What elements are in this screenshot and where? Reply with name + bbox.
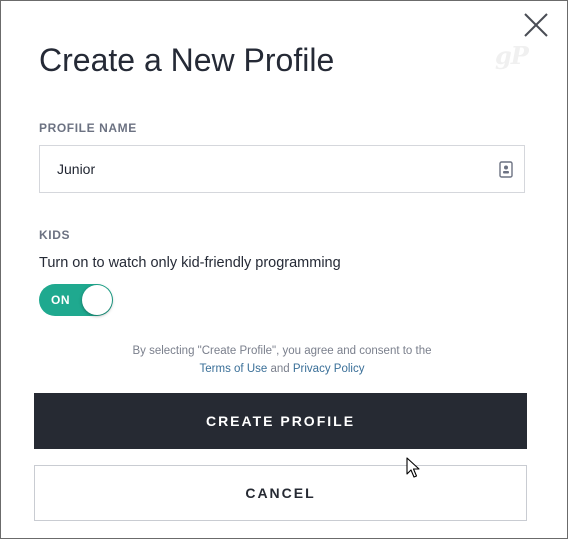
watermark-logo: gP bbox=[495, 41, 529, 70]
kids-description: Turn on to watch only kid-friendly progr… bbox=[39, 255, 341, 271]
close-button[interactable] bbox=[522, 11, 550, 39]
consent-text: By selecting "Create Profile", you agree… bbox=[132, 345, 432, 357]
privacy-policy-link[interactable]: Privacy Policy bbox=[293, 363, 365, 375]
profile-name-input[interactable] bbox=[40, 146, 480, 192]
profile-name-field bbox=[39, 145, 525, 193]
kids-label: KIDS bbox=[39, 228, 71, 242]
profile-name-label: PROFILE NAME bbox=[39, 121, 137, 135]
cancel-button[interactable]: CANCEL bbox=[34, 465, 527, 521]
page-title: Create a New Profile bbox=[39, 42, 335, 78]
mouse-pointer-icon bbox=[406, 457, 420, 478]
toggle-state-label: ON bbox=[51, 293, 70, 307]
create-profile-dialog: gP Create a New Profile PROFILE NAME KID… bbox=[0, 0, 568, 539]
kids-toggle[interactable]: ON bbox=[39, 284, 113, 316]
consent-joiner: and bbox=[270, 363, 290, 375]
close-icon bbox=[524, 13, 548, 37]
contact-card-icon[interactable] bbox=[499, 161, 513, 178]
terms-of-use-link[interactable]: Terms of Use bbox=[200, 363, 268, 375]
consent-notice: By selecting "Create Profile", you agree… bbox=[39, 342, 525, 378]
toggle-knob bbox=[82, 285, 112, 315]
create-profile-button[interactable]: CREATE PROFILE bbox=[34, 393, 527, 449]
